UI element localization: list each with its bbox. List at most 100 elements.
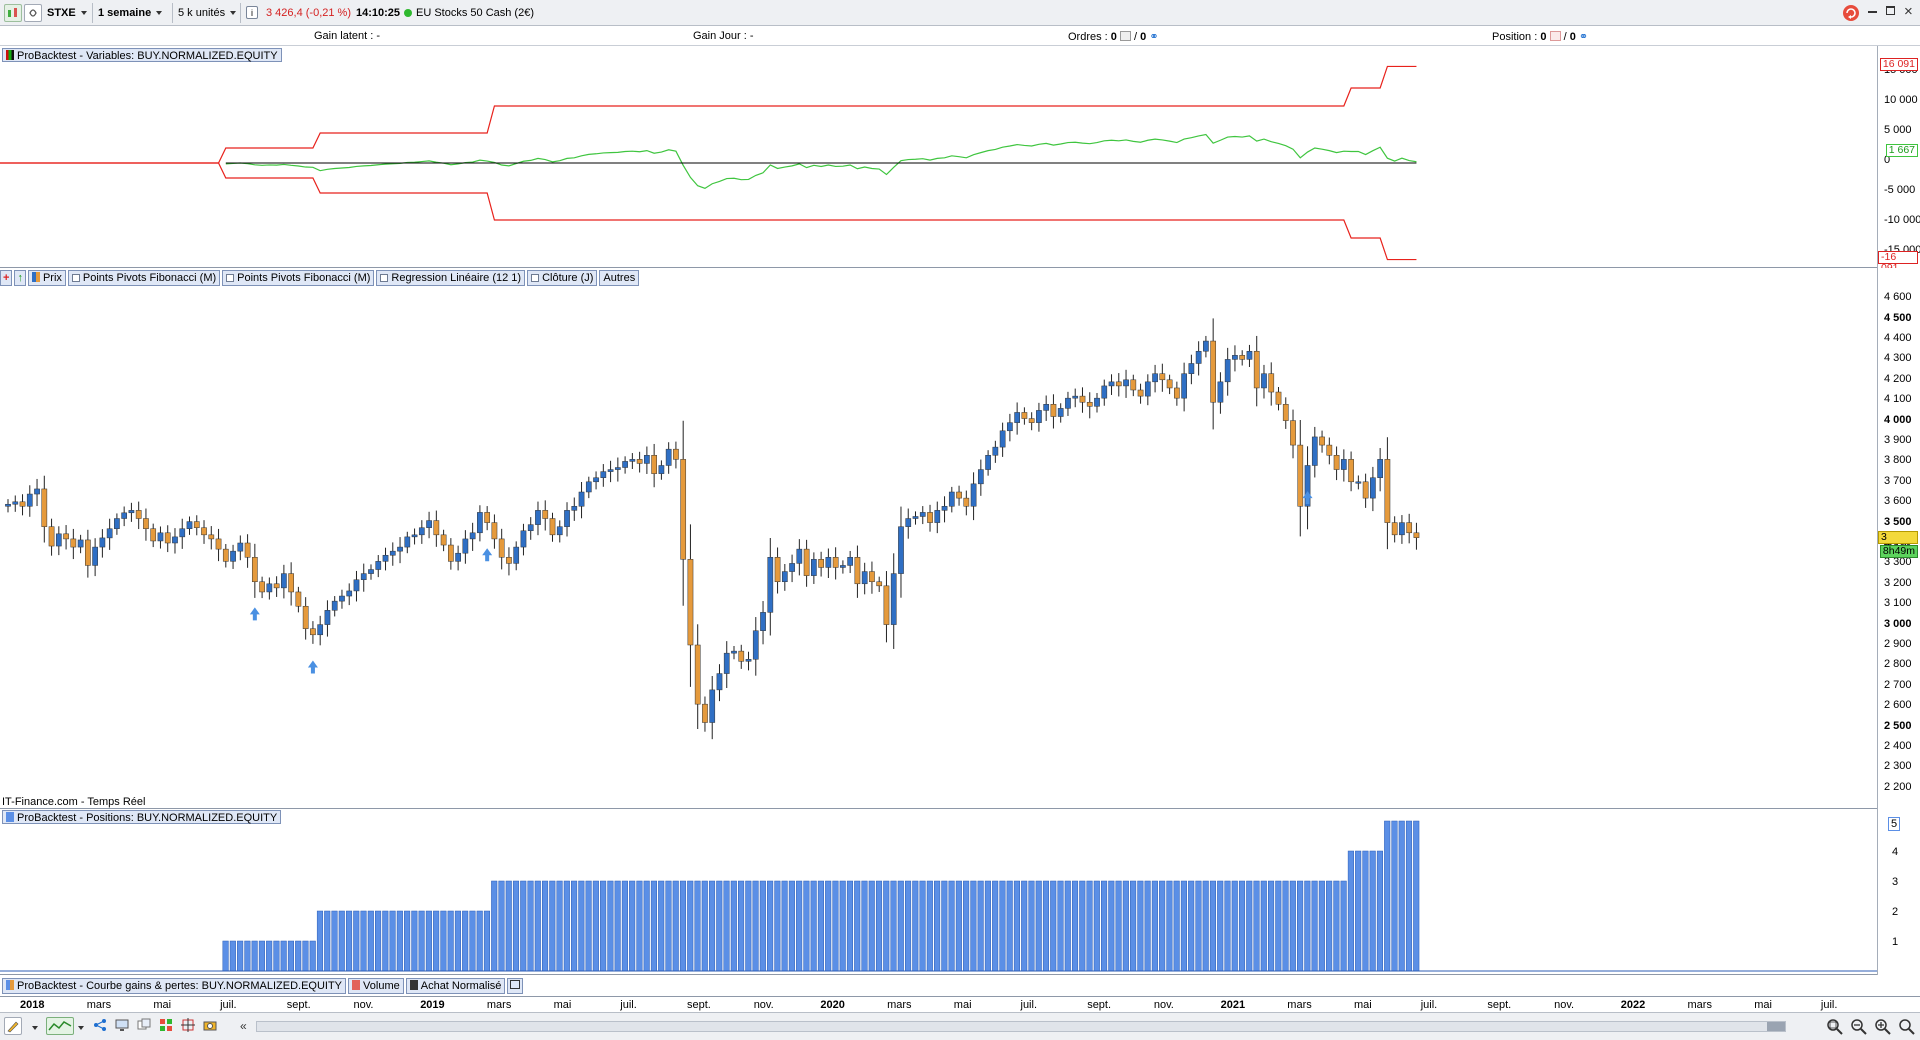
position-bar	[498, 880, 505, 972]
detach-panel-button[interactable]	[507, 978, 524, 994]
variables-plot[interactable]	[0, 46, 1877, 268]
close-icon[interactable]: ×	[1904, 3, 1913, 21]
crosshair-icon[interactable]	[180, 1017, 198, 1035]
position-bar	[919, 880, 926, 972]
time-tick: mars	[86, 999, 112, 1011]
zoom-area-icon[interactable]	[1826, 1018, 1844, 1039]
candle-body	[1144, 381, 1151, 397]
units-selector[interactable]: 5 k unités	[178, 4, 237, 22]
y-tick: 4 300	[1884, 352, 1912, 365]
scrollbar-thumb[interactable]	[1767, 1022, 1785, 1031]
buy-arrow-icon	[1302, 491, 1313, 505]
chart-type-icon[interactable]	[4, 4, 22, 22]
position-bar	[411, 910, 418, 972]
candle-body	[847, 557, 854, 566]
candle-body	[869, 571, 875, 583]
top-toolbar: STXE 1 semaine 5 k unités i 3 426,4 (-0,…	[0, 0, 1920, 26]
windows-icon[interactable]	[136, 1017, 154, 1035]
position-bar	[571, 880, 578, 972]
pencil-icon[interactable]	[4, 1017, 22, 1035]
instrument-selector[interactable]: STXE	[47, 4, 87, 22]
monitor-icon[interactable]	[114, 1017, 132, 1035]
y-tick: 5 000	[1884, 124, 1912, 136]
legend-courbe[interactable]: ProBacktest - Courbe gains & pertes: BUY…	[2, 978, 347, 994]
candle-body	[1094, 397, 1100, 407]
candle-body	[273, 583, 280, 589]
position-bar	[854, 880, 861, 972]
indicator-icon[interactable]	[46, 1017, 74, 1035]
positions-list-icon[interactable]	[1549, 31, 1561, 41]
zoom-in-icon[interactable]	[1874, 1018, 1892, 1039]
minimize-icon[interactable]	[1868, 11, 1877, 13]
positions-y-axis[interactable]: 5 4 3 2 1	[1877, 809, 1920, 975]
candle-body	[230, 550, 236, 562]
candle-body	[622, 461, 628, 468]
position-bar	[1217, 880, 1224, 972]
position-bar	[868, 880, 875, 972]
time-tick: mai	[953, 999, 972, 1011]
legend-volume[interactable]: Volume	[348, 978, 404, 994]
y-tick: 3 100	[1884, 597, 1912, 610]
position-bar	[1260, 880, 1267, 972]
candle-body	[1333, 455, 1340, 470]
time-axis[interactable]: 2018 mars mai juil. sept. nov. 2019 mars mai juil…	[0, 996, 1920, 1012]
link-icon[interactable]	[24, 4, 42, 22]
candle-body	[1253, 350, 1260, 389]
chevron-down-icon[interactable]	[78, 1022, 84, 1034]
candle-body	[389, 550, 396, 556]
legend-achat[interactable]: Achat Normalisé	[405, 978, 506, 994]
grid-icon[interactable]	[158, 1017, 176, 1035]
candle-body	[1043, 404, 1050, 411]
price-y-axis[interactable]: 4 600 4 500 4 400 4 300 4 200 4 100 4 000 3 900…	[1877, 268, 1920, 809]
candle-body	[585, 481, 592, 493]
candle-body	[208, 534, 215, 540]
gain-jour-label: Gain Jour :	[693, 30, 747, 42]
position-bar	[832, 880, 839, 972]
candle-body	[34, 488, 40, 495]
candle-body	[215, 538, 222, 550]
positions-link-icon[interactable]: ⚭	[1579, 31, 1588, 43]
orders-list-icon[interactable]	[1119, 31, 1131, 41]
positions-plot[interactable]	[0, 809, 1877, 975]
candle-body	[803, 548, 810, 576]
orders-link-icon[interactable]: ⚭	[1149, 31, 1158, 43]
instrument-name: EU Stocks 50 Cash (2€)	[416, 7, 534, 19]
candle-body	[593, 477, 599, 483]
candle-body	[535, 510, 541, 525]
zoom-reset-icon[interactable]	[1898, 1018, 1916, 1039]
buy-arrow-icon	[307, 660, 318, 674]
candle-body	[1115, 381, 1122, 387]
candle-body	[411, 534, 418, 538]
candle-body	[455, 552, 461, 562]
position-bar	[549, 880, 556, 972]
maximize-icon[interactable]	[1886, 6, 1895, 15]
chevron-down-icon[interactable]	[32, 1022, 38, 1034]
variables-y-axis[interactable]: 15 000 10 000 5 000 0 -5 000 -10 000 -15…	[1877, 46, 1920, 274]
position-bar	[1355, 850, 1362, 972]
zoom-out-icon[interactable]	[1850, 1018, 1868, 1039]
gain-jour: Gain Jour : -	[693, 30, 754, 42]
lower-value-box: -16 091	[1878, 251, 1918, 274]
time-scrollbar[interactable]	[256, 1021, 1786, 1032]
candle-body	[440, 534, 447, 546]
period-selector[interactable]: 1 semaine	[98, 4, 163, 22]
price-plot[interactable]	[0, 268, 1877, 809]
camera-icon[interactable]	[202, 1017, 220, 1035]
info-icon[interactable]: i	[246, 6, 258, 19]
candle-body	[1137, 389, 1144, 397]
position-bar	[926, 880, 933, 972]
candle-body	[781, 571, 788, 583]
candle-body	[956, 491, 962, 499]
scroll-left-icon[interactable]: «	[240, 1019, 247, 1033]
candle-body	[121, 512, 128, 519]
candle-body	[1065, 397, 1071, 409]
candle-body	[651, 455, 657, 474]
position-bar	[338, 910, 345, 972]
position-bar	[1362, 850, 1369, 972]
refresh-icon[interactable]	[1843, 5, 1859, 21]
share-icon[interactable]	[92, 1017, 110, 1035]
position-bar	[396, 910, 403, 972]
candle-body	[1050, 404, 1057, 417]
position-bar	[1238, 880, 1246, 972]
candle-body	[985, 455, 991, 470]
